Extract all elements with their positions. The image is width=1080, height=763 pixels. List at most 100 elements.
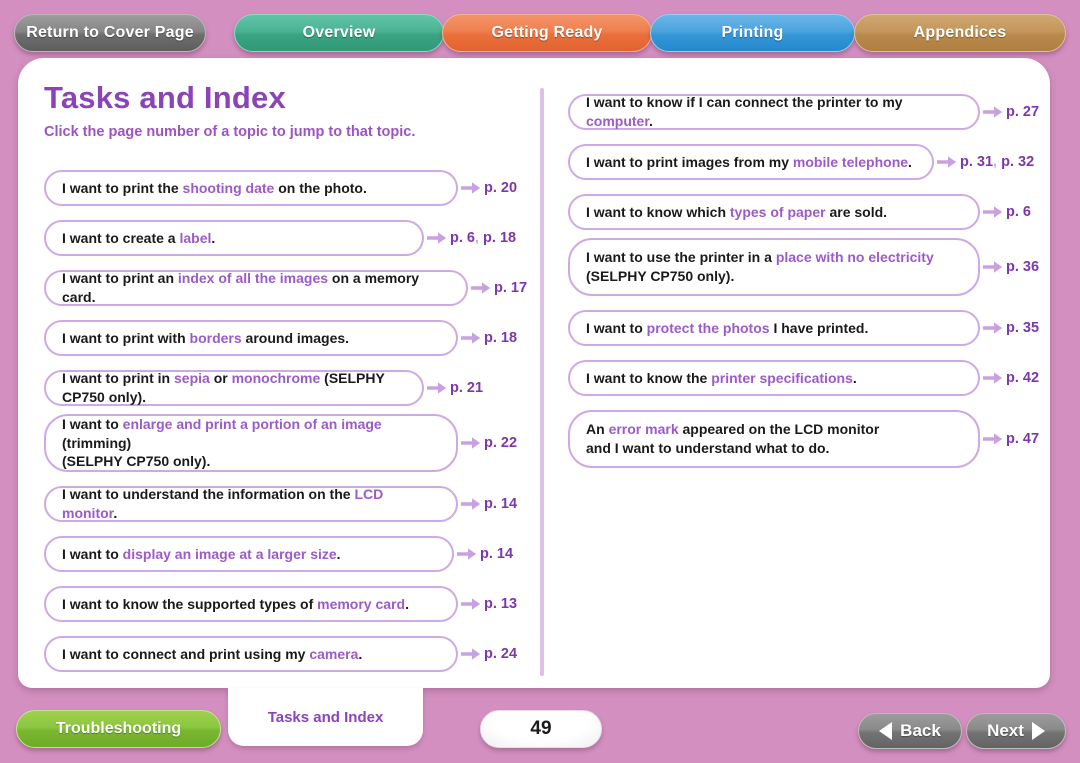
task-pill[interactable]: I want to know the printer specification…: [568, 360, 980, 396]
task-entry: I want to use the printer in a place wit…: [568, 238, 1039, 296]
tab-appendices[interactable]: Appendices: [854, 14, 1066, 52]
task-text: I want to create a: [62, 229, 180, 246]
tab-printing[interactable]: Printing: [650, 14, 855, 52]
task-entry: I want to know if I can connect the prin…: [568, 94, 1039, 130]
page-reference[interactable]: p. 35: [1006, 320, 1039, 336]
tab-label: Getting Ready: [491, 24, 603, 41]
task-text: I want to print with: [62, 329, 190, 346]
page-reference[interactable]: p. 6: [450, 230, 475, 246]
arrow-right-icon: [427, 379, 447, 397]
task-entry: I want to create a label. p. 6, p. 18: [44, 220, 516, 256]
top-tab-bar: Return to Cover Page Overview Getting Re…: [0, 0, 1080, 58]
task-text: I want to print in: [62, 370, 174, 387]
task-keyword: display an image at a larger size: [122, 545, 337, 562]
arrow-right-icon: [983, 103, 1003, 121]
page-reference[interactable]: p. 13: [484, 596, 517, 612]
page-reference-link[interactable]: p. 31, p. 32: [960, 154, 1034, 170]
task-pill[interactable]: I want to print an index of all the imag…: [44, 270, 468, 306]
page-reference[interactable]: p. 18: [484, 330, 517, 346]
page-reference[interactable]: p. 31: [960, 154, 993, 170]
task-pill[interactable]: I want to know the supported types of me…: [44, 586, 458, 622]
task-pill[interactable]: I want to know if I can connect the prin…: [568, 94, 980, 130]
arrow-right-icon: [461, 434, 481, 452]
tab-overview[interactable]: Overview: [234, 14, 444, 52]
task-pill[interactable]: I want to print in sepia or monochrome (…: [44, 370, 424, 406]
task-keyword: camera: [309, 645, 359, 662]
page-reference[interactable]: p. 18: [483, 230, 516, 246]
back-button[interactable]: Back: [858, 713, 962, 749]
page-reference-link[interactable]: p. 14: [480, 546, 513, 562]
task-pill[interactable]: I want to connect and print using my cam…: [44, 636, 458, 672]
task-pill[interactable]: I want to display an image at a larger s…: [44, 536, 454, 572]
page-reference-link[interactable]: p. 21: [450, 380, 483, 396]
task-keyword: types of paper: [729, 203, 826, 220]
arrow-right-icon: [461, 645, 481, 663]
page-reference[interactable]: p. 14: [484, 496, 517, 512]
page-reference[interactable]: p. 27: [1006, 104, 1039, 120]
page-reference-link[interactable]: p. 13: [484, 596, 517, 612]
task-entry: I want to connect and print using my cam…: [44, 636, 517, 672]
page-reference-link[interactable]: p. 35: [1006, 320, 1039, 336]
page-reference-link[interactable]: p. 36: [1006, 259, 1039, 275]
page-reference[interactable]: p. 17: [494, 280, 527, 296]
tab-return-to-cover-page[interactable]: Return to Cover Page: [14, 14, 206, 52]
arrow-right-icon: [937, 153, 957, 171]
task-text: I want to know the: [586, 369, 712, 386]
page-reference[interactable]: p. 14: [480, 546, 513, 562]
arrow-right-icon: [983, 319, 1003, 337]
task-keyword: monochrome: [231, 370, 321, 387]
task-text: and I want to understand what to do.: [586, 440, 830, 456]
task-pill[interactable]: I want to create a label.: [44, 220, 424, 256]
page-reference-separator: ,: [993, 154, 1002, 170]
page-reference[interactable]: p. 36: [1006, 259, 1039, 275]
task-text: (SELPHY CP750 only).: [62, 453, 211, 470]
task-text: .: [908, 153, 912, 170]
page-reference[interactable]: p. 42: [1006, 370, 1039, 386]
tab-label: Printing: [721, 24, 784, 41]
arrow-right-icon: [461, 329, 481, 347]
page-reference-link[interactable]: p. 24: [484, 646, 517, 662]
task-pill[interactable]: I want to print with borders around imag…: [44, 320, 458, 356]
page-reference-link[interactable]: p. 6: [1006, 204, 1031, 220]
page-reference[interactable]: p. 20: [484, 180, 517, 196]
task-text: I want to know if I can connect the prin…: [586, 94, 903, 111]
page-reference[interactable]: p. 21: [450, 380, 483, 396]
task-keyword: sepia: [174, 370, 210, 387]
page-reference-link[interactable]: p. 42: [1006, 370, 1039, 386]
page-reference[interactable]: p. 6: [1006, 204, 1031, 220]
page-reference-link[interactable]: p. 17: [494, 280, 527, 296]
task-entry: I want to print in sepia or monochrome (…: [44, 370, 483, 406]
task-pill[interactable]: I want to print the shooting date on the…: [44, 170, 458, 206]
page-reference-link[interactable]: p. 18: [484, 330, 517, 346]
task-pill[interactable]: I want to understand the information on …: [44, 486, 458, 522]
tab-getting-ready[interactable]: Getting Ready: [442, 14, 652, 52]
task-pill[interactable]: I want to print images from my mobile te…: [568, 144, 934, 180]
task-text: I want to know the supported types of: [62, 595, 318, 612]
task-text: I have printed.: [769, 319, 869, 336]
page-reference-link[interactable]: p. 47: [1006, 431, 1039, 447]
task-pill[interactable]: An error mark appeared on the LCD monito…: [568, 410, 980, 468]
page-reference-link[interactable]: p. 20: [484, 180, 517, 196]
task-text: I want to: [62, 415, 123, 432]
page-reference-link[interactable]: p. 6, p. 18: [450, 230, 516, 246]
task-text: appeared on the LCD monitor: [678, 421, 880, 438]
page-reference[interactable]: p. 22: [484, 435, 517, 451]
page-reference[interactable]: p. 32: [1001, 154, 1034, 170]
task-text: I want to print an: [62, 270, 178, 287]
task-pill[interactable]: I want to know which types of paper are …: [568, 194, 980, 230]
arrow-right-icon: [461, 495, 481, 513]
page-reference-link[interactable]: p. 22: [484, 435, 517, 451]
task-pill[interactable]: I want to protect the photos I have prin…: [568, 310, 980, 346]
page-reference[interactable]: p. 47: [1006, 431, 1039, 447]
task-text: or: [209, 370, 232, 387]
page-reference[interactable]: p. 24: [484, 646, 517, 662]
arrow-right-icon: [983, 369, 1003, 387]
page-reference-link[interactable]: p. 27: [1006, 104, 1039, 120]
page-reference-link[interactable]: p. 14: [484, 496, 517, 512]
task-text: (trimming): [62, 434, 132, 451]
next-button[interactable]: Next: [966, 713, 1066, 749]
task-pill[interactable]: I want to enlarge and print a portion of…: [44, 414, 458, 472]
task-pill[interactable]: I want to use the printer in a place wit…: [568, 238, 980, 296]
troubleshooting-button[interactable]: Troubleshooting: [16, 710, 221, 748]
tab-tasks-and-index[interactable]: Tasks and Index: [228, 688, 423, 746]
